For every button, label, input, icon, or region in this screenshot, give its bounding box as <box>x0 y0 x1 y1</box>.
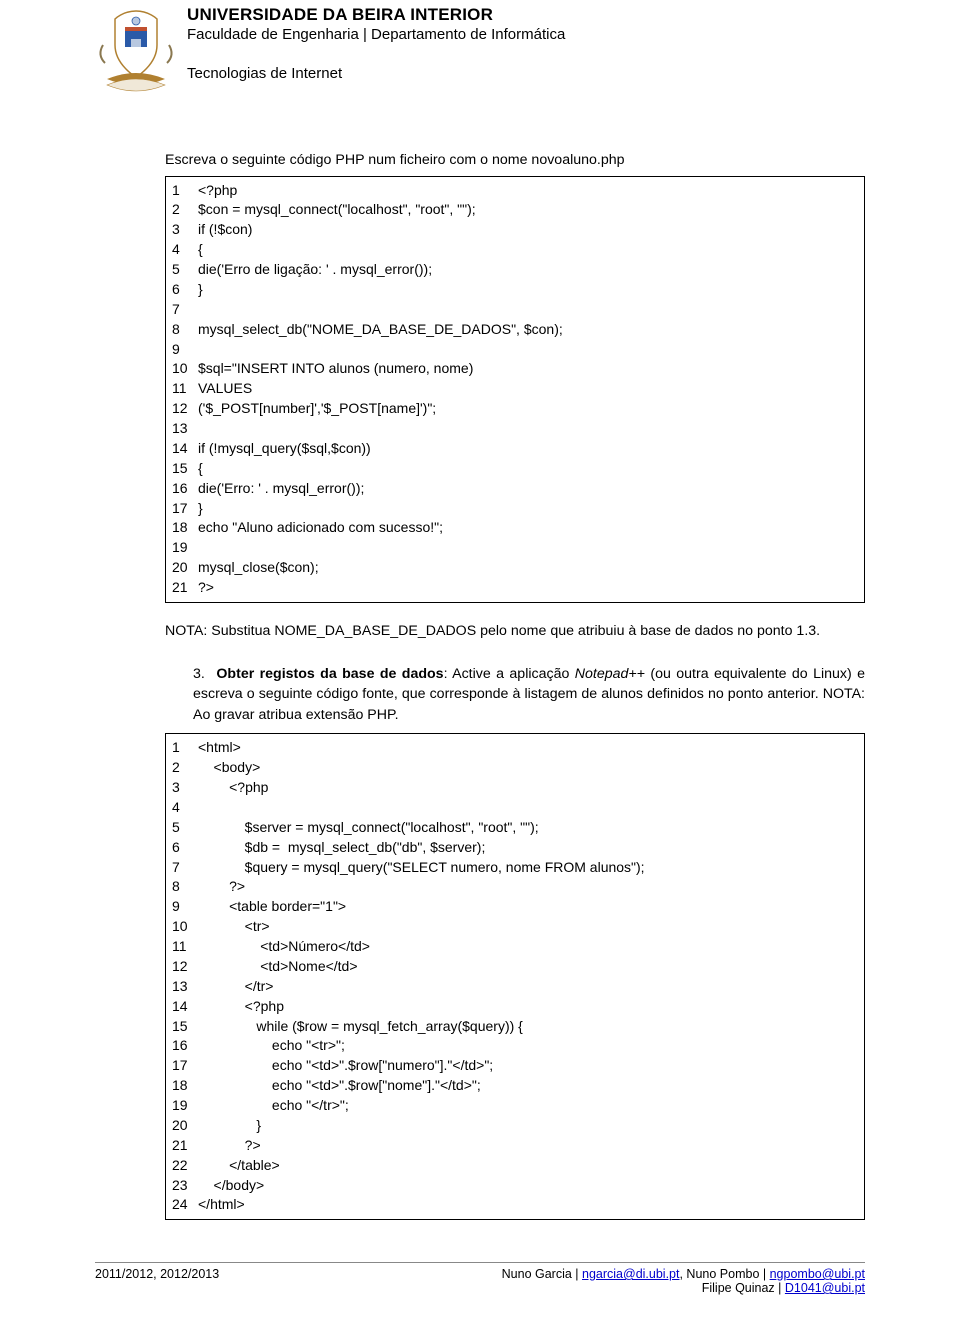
footer-a-text: Nuno Garcia | <box>502 1267 582 1281</box>
code1-text: <?php $con = mysql_connect("localhost", … <box>196 177 864 602</box>
header-text: UNIVERSIDADE DA BEIRA INTERIOR Faculdade… <box>187 5 565 82</box>
code-block-1: 1 2 3 4 5 6 7 8 9 10 11 12 13 14 15 16 1… <box>165 176 865 603</box>
page-header: UNIVERSIDADE DA BEIRA INTERIOR Faculdade… <box>95 0 865 100</box>
step3-bold: Obter registos da base de dados <box>216 666 443 682</box>
footer-b-text: , Nuno Pombo | <box>679 1267 769 1281</box>
header-course: Tecnologias de Internet <box>187 65 565 82</box>
header-faculty: Faculdade de Engenharia | Departamento d… <box>187 26 565 43</box>
footer-b-link[interactable]: ngpombo@ubi.pt <box>770 1267 865 1281</box>
code2-text: <html> <body> <?php $server = mysql_conn… <box>196 734 864 1219</box>
university-logo <box>95 5 177 100</box>
code-block-2: 1 2 3 4 5 6 7 8 9 10 11 12 13 14 15 16 1… <box>165 733 865 1220</box>
footer-right: Nuno Garcia | ngarcia@di.ubi.pt, Nuno Po… <box>502 1267 865 1295</box>
step3-number: 3. <box>193 664 211 685</box>
intro-text: Escreva o seguinte código PHP num fichei… <box>165 150 865 171</box>
footer-c-link[interactable]: D1041@ubi.pt <box>785 1281 865 1295</box>
content: Escreva o seguinte código PHP num fichei… <box>165 150 865 1220</box>
note-text: NOTA: Substitua NOME_DA_BASE_DE_DADOS pe… <box>165 621 865 642</box>
header-university: UNIVERSIDADE DA BEIRA INTERIOR <box>187 5 565 25</box>
step3-em: Notepad++ <box>575 666 645 682</box>
code2-line-numbers: 1 2 3 4 5 6 7 8 9 10 11 12 13 14 15 16 1… <box>166 734 196 1219</box>
step-3: 3. Obter registos da base de dados: Acti… <box>193 664 865 726</box>
step3-rest1: : Active a aplicação <box>444 666 575 682</box>
footer-c-text: Filipe Quinaz | <box>702 1281 785 1295</box>
footer-a-link[interactable]: ngarcia@di.ubi.pt <box>582 1267 679 1281</box>
page-footer: 2011/2012, 2012/2013 Nuno Garcia | ngarc… <box>95 1262 865 1295</box>
code1-line-numbers: 1 2 3 4 5 6 7 8 9 10 11 12 13 14 15 16 1… <box>166 177 196 602</box>
footer-left: 2011/2012, 2012/2013 <box>95 1267 219 1295</box>
